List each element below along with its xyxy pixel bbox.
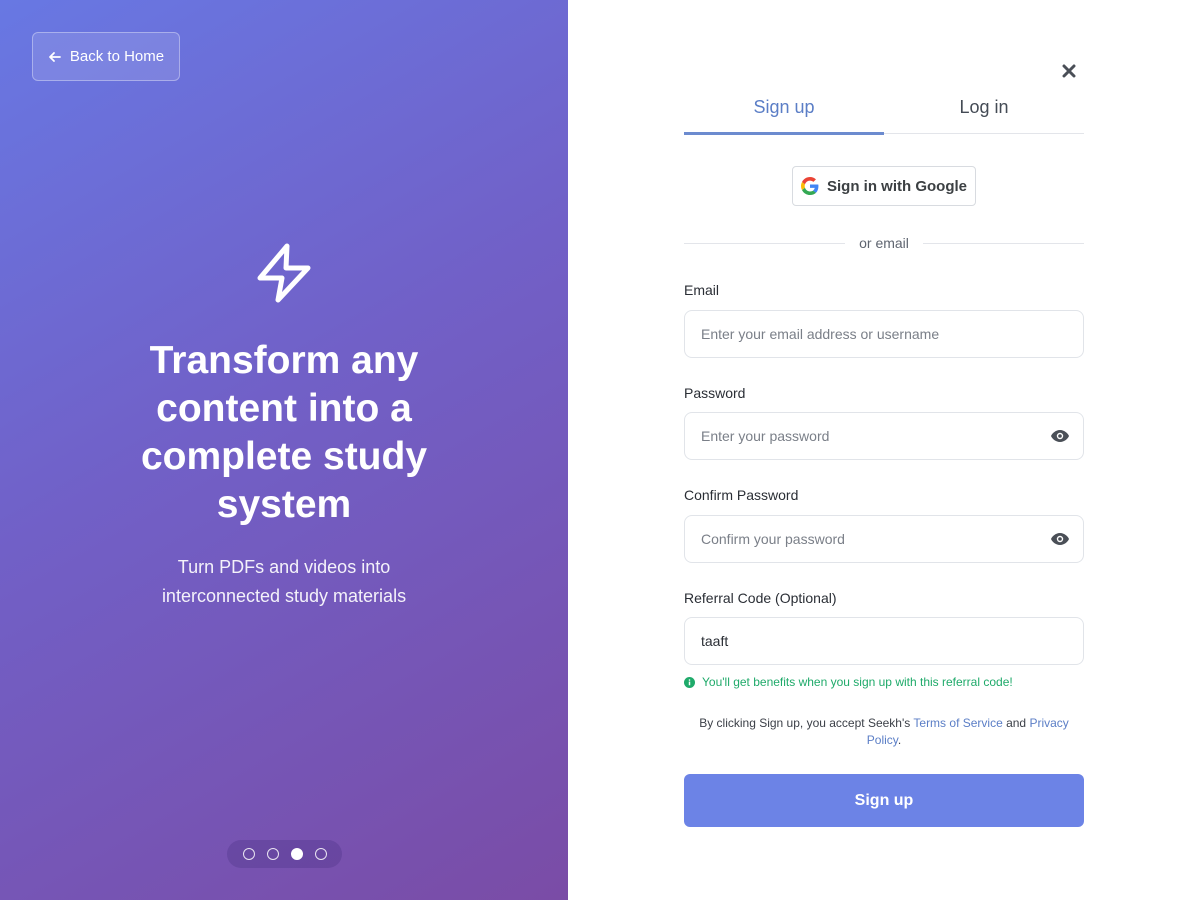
hero-panel: Back to Home Transform any content into … [0,0,568,900]
confirm-password-visibility-toggle[interactable] [1050,532,1070,546]
referral-hint: You'll get benefits when you sign up wit… [684,675,1013,689]
tab-sign-up[interactable]: Sign up [684,80,884,135]
referral-hint-text: You'll get benefits when you sign up wit… [702,675,1013,689]
google-sign-in-label: Sign in with Google [827,177,967,195]
password-input[interactable] [684,412,1084,460]
arrow-left-icon [48,51,61,62]
email-input[interactable] [684,310,1084,358]
password-visibility-toggle[interactable] [1050,429,1070,443]
confirm-password-label: Confirm Password [684,487,799,503]
tab-log-in[interactable]: Log in [884,80,1084,134]
terms-notice: By clicking Sign up, you accept Seekh's … [684,715,1084,749]
hero-title: Transform any content into a complete st… [140,339,428,526]
confirm-password-input[interactable] [684,515,1084,563]
terms-middle: and [1002,716,1030,730]
terms-prefix: By clicking Sign up, you accept Seekh's [699,716,914,730]
sign-up-submit-button[interactable]: Sign up [684,774,1084,827]
password-label: Password [684,385,746,401]
close-icon [1062,64,1076,78]
google-sign-in-button[interactable]: Sign in with Google [792,166,976,206]
info-circle-icon [684,676,695,688]
email-label: Email [684,282,720,298]
or-email-divider: or email [684,232,1085,254]
referral-code-label: Referral Code (Optional) [684,590,837,606]
back-to-home-label: Back to Home [69,48,165,65]
auth-tabs: Sign up Log in [684,80,1084,135]
terms-of-service-link[interactable]: Terms of Service [913,716,1002,730]
carousel-dot-4[interactable] [314,848,327,860]
terms-suffix: . [897,733,902,747]
carousel-dot-1[interactable] [242,848,255,860]
lightning-bolt-icon [257,243,311,303]
hero-subtitle: Turn PDFs and videos into interconnected… [161,557,407,606]
referral-code-input[interactable] [684,617,1084,665]
divider-text: or email [859,235,909,251]
carousel-dot-3[interactable] [290,848,303,860]
google-logo-icon [801,177,819,195]
divider-line-left [684,242,846,244]
divider-line-right [922,242,1085,244]
close-button[interactable] [1058,60,1080,82]
carousel-dot-2[interactable] [266,848,279,860]
carousel-indicator [227,840,342,868]
back-to-home-button[interactable]: Back to Home [32,32,180,81]
